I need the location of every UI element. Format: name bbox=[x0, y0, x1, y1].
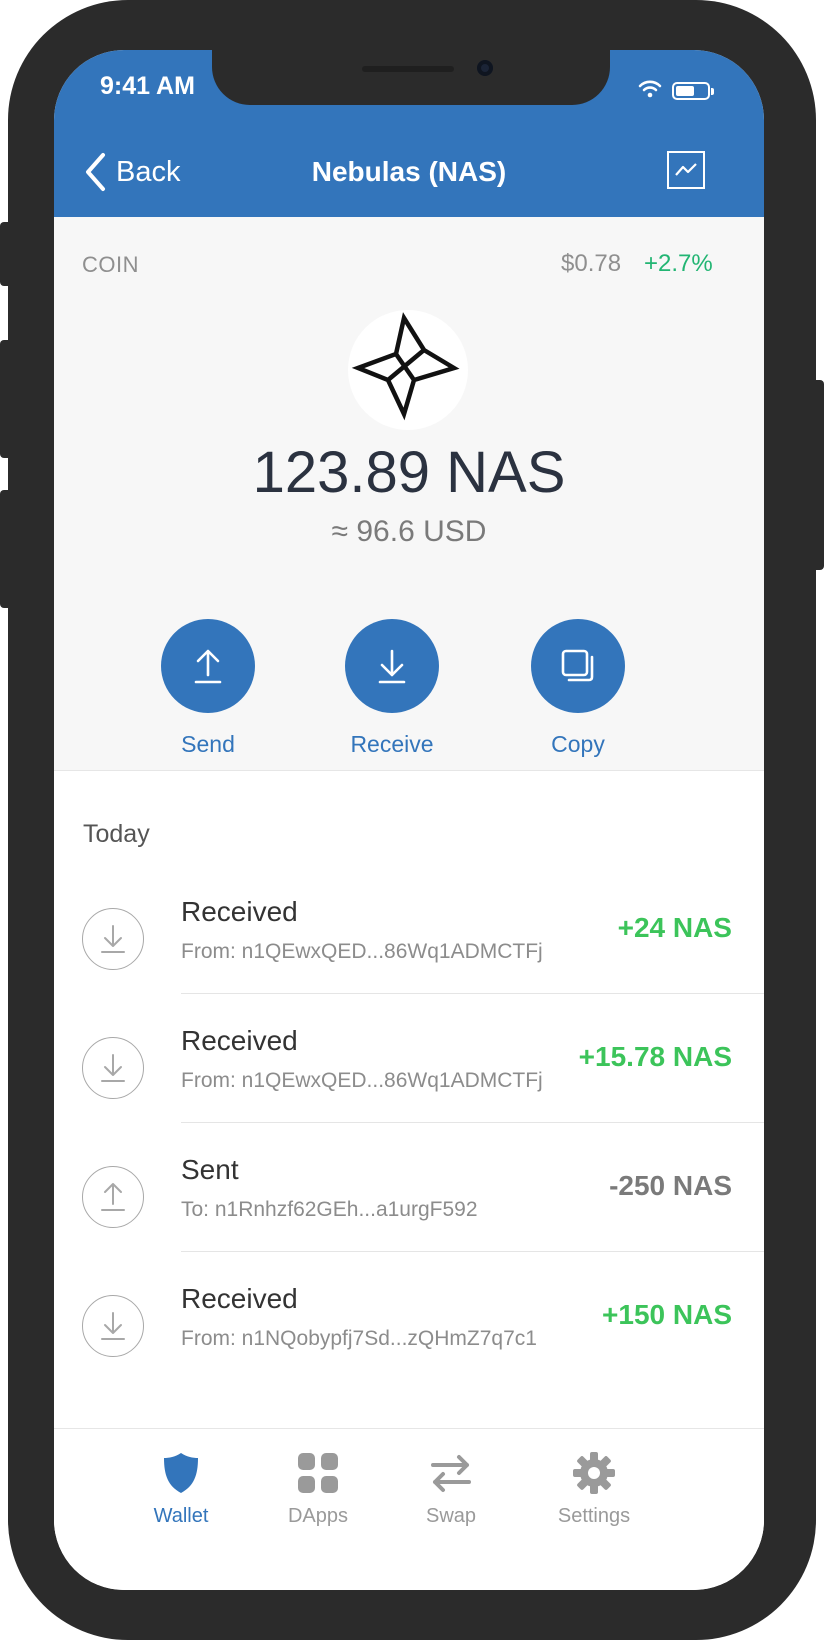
coin-price: $0.78 bbox=[561, 250, 622, 277]
tx-title: Received bbox=[181, 896, 298, 927]
chart-line-icon bbox=[675, 163, 697, 176]
copy-circle bbox=[531, 619, 625, 713]
incoming-tx-icon bbox=[82, 908, 144, 970]
transaction-row[interactable]: Received From: n1QEwxQED...86Wq1ADMCTFj … bbox=[54, 896, 764, 1030]
upload-arrow-icon bbox=[194, 649, 222, 684]
tx-amount: +15.78 NAS bbox=[578, 1041, 732, 1072]
front-camera bbox=[477, 60, 493, 76]
gear-icon bbox=[534, 1449, 654, 1497]
battery-icon bbox=[672, 82, 714, 100]
transaction-row[interactable]: Received From: n1QEwxQED...86Wq1ADMCTFj … bbox=[54, 1025, 764, 1159]
tx-address: From: n1QEwxQED...86Wq1ADMCTFj bbox=[181, 940, 543, 963]
tx-address: From: n1QEwxQED...86Wq1ADMCTFj bbox=[181, 1069, 543, 1092]
incoming-tx-icon bbox=[82, 1037, 144, 1099]
receive-label: Receive bbox=[350, 731, 434, 757]
price-chart-button[interactable] bbox=[667, 151, 705, 189]
download-arrow-icon bbox=[378, 649, 406, 684]
app-screen: 9:41 AM Back Nebulas (NAS) COIN $0.78 +2… bbox=[54, 50, 764, 1590]
coin-balance-usd: ≈ 96.6 USD bbox=[331, 515, 487, 548]
tab-bar: Wallet DApps Swap Settings bbox=[54, 1428, 764, 1590]
tab-dapps[interactable]: DApps bbox=[258, 1449, 378, 1528]
transaction-row[interactable]: Received From: n1NQobypfj7Sd...zQHmZ7q7c… bbox=[54, 1283, 764, 1417]
tab-swap[interactable]: Swap bbox=[391, 1449, 511, 1528]
receive-button[interactable]: Receive bbox=[332, 619, 452, 758]
volume-down-button bbox=[0, 490, 10, 608]
outgoing-tx-icon bbox=[82, 1166, 144, 1228]
status-time: 9:41 AM bbox=[100, 72, 195, 100]
tx-divider bbox=[181, 1251, 764, 1252]
send-circle bbox=[161, 619, 255, 713]
grid-icon bbox=[258, 1449, 378, 1497]
tx-divider bbox=[181, 1122, 764, 1123]
tx-amount: +24 NAS bbox=[617, 912, 732, 943]
copy-button[interactable]: Copy bbox=[518, 619, 638, 758]
tab-wallet[interactable]: Wallet bbox=[121, 1449, 241, 1528]
wifi-icon bbox=[638, 80, 662, 98]
transaction-row[interactable]: Sent To: n1Rnhzf62GEh...a1urgF592 -250 N… bbox=[54, 1154, 764, 1288]
incoming-tx-icon bbox=[82, 1295, 144, 1357]
tab-settings-label: Settings bbox=[557, 1505, 631, 1527]
tx-title: Received bbox=[181, 1025, 298, 1056]
copy-label: Copy bbox=[551, 731, 605, 757]
coin-type-label: COIN bbox=[82, 252, 139, 277]
receive-circle bbox=[345, 619, 439, 713]
tab-swap-label: Swap bbox=[425, 1505, 477, 1527]
tx-amount: +150 NAS bbox=[602, 1299, 732, 1330]
speaker bbox=[362, 66, 454, 72]
tx-title: Received bbox=[181, 1283, 298, 1314]
tab-wallet-label: Wallet bbox=[153, 1505, 209, 1527]
copy-icon bbox=[561, 649, 594, 682]
coin-summary: COIN $0.78 +2.7% 123.89 NAS ≈ 96.6 USD S… bbox=[54, 217, 764, 771]
send-button[interactable]: Send bbox=[148, 619, 268, 758]
coin-price-change: +2.7% bbox=[644, 250, 713, 277]
transactions-section-header: Today bbox=[83, 820, 150, 848]
tx-divider bbox=[181, 993, 764, 994]
swap-arrows-icon bbox=[391, 1449, 511, 1497]
power-button bbox=[814, 380, 824, 570]
tx-address: To: n1Rnhzf62GEh...a1urgF592 bbox=[181, 1198, 478, 1221]
coin-balance: 123.89 NAS bbox=[252, 440, 566, 505]
page-title: Nebulas (NAS) bbox=[311, 156, 507, 187]
nebulas-logo-icon bbox=[348, 310, 468, 430]
send-label: Send bbox=[181, 731, 235, 757]
tx-amount: -250 NAS bbox=[609, 1170, 732, 1201]
mute-switch bbox=[0, 222, 10, 286]
tx-address: From: n1NQobypfj7Sd...zQHmZ7q7c1 bbox=[181, 1327, 537, 1350]
volume-up-button bbox=[0, 340, 10, 458]
shield-icon bbox=[121, 1449, 241, 1497]
notch bbox=[212, 50, 610, 105]
tab-dapps-label: DApps bbox=[287, 1505, 349, 1527]
tab-settings[interactable]: Settings bbox=[534, 1449, 654, 1528]
tx-title: Sent bbox=[181, 1154, 239, 1185]
